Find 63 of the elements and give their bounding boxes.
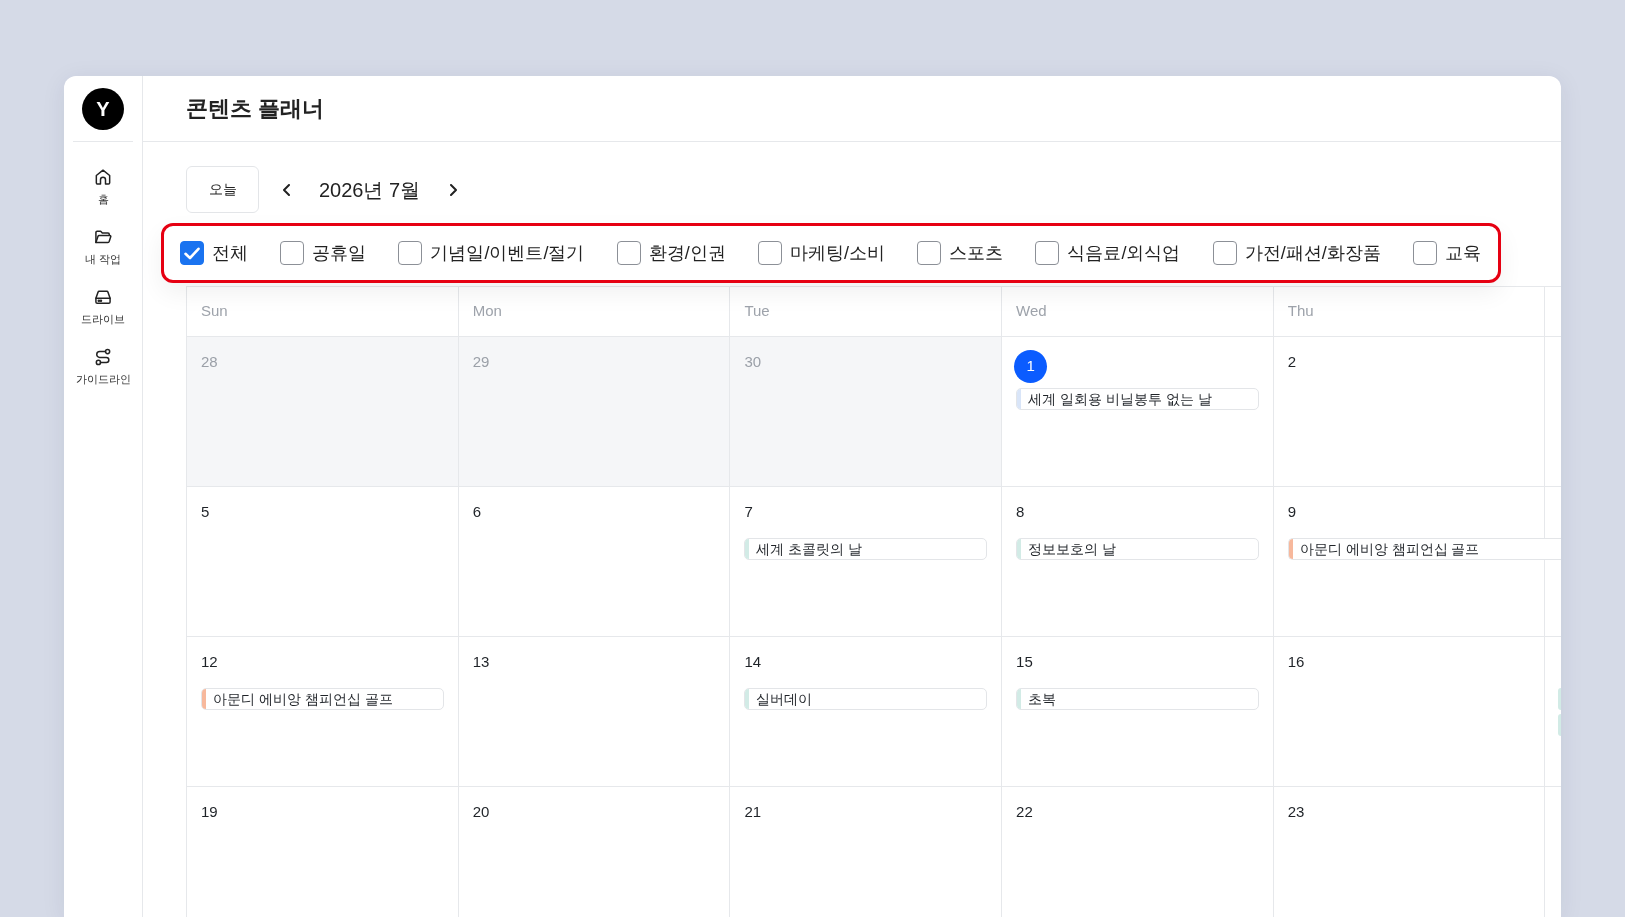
event-chip[interactable]: 아문디 에비앙 챔피언십 골프 (1287, 538, 1561, 560)
date-number: 30 (744, 352, 762, 372)
event-chip[interactable]: 초복 (1016, 688, 1259, 710)
weekday-label: Tue (744, 301, 770, 322)
filter-label: 환경/인권 (648, 241, 726, 265)
page-title: 콘텐츠 플래너 (186, 95, 325, 123)
weekday-label: Sun (201, 301, 228, 322)
avatar[interactable]: Y (82, 87, 124, 130)
date-number: 5 (201, 502, 210, 522)
event-chip[interactable]: 세계 일회용 비닐봉투 없는 날 (1016, 388, 1259, 410)
date-number: 29 (472, 352, 490, 372)
filter-label: 마케팅/소비 (789, 241, 885, 265)
date-number: 21 (744, 802, 762, 822)
chevron-right-icon (449, 183, 457, 196)
checkbox[interactable] (280, 241, 305, 265)
date-number: 19 (201, 802, 218, 822)
date-number: 13 (472, 652, 490, 672)
weekday-label: Thu (1287, 301, 1314, 322)
event-chip[interactable]: 실버데이 (744, 688, 988, 710)
date-number: 22 (1016, 802, 1033, 822)
chevron-left-icon (282, 183, 290, 196)
checkbox[interactable] (917, 241, 942, 265)
filter-label: 식음료/외식업 (1067, 241, 1181, 265)
checkmark-icon (184, 246, 200, 260)
filter-label: 기념일/이벤트/절기 (430, 241, 585, 265)
date-number: 14 (744, 652, 762, 672)
filter-label: 전체 (212, 241, 248, 265)
date-number: 28 (201, 352, 218, 372)
checkbox[interactable] (616, 241, 641, 265)
nav-item[interactable]: 내 작업 (84, 227, 122, 266)
nav-item[interactable]: 드라이브 (81, 287, 125, 326)
month-title: 2026년 7월 (319, 177, 421, 203)
today-button[interactable]: 오늘 (186, 166, 259, 213)
checkbox[interactable] (1035, 241, 1060, 265)
route-icon (93, 347, 113, 367)
date-number: 20 (472, 802, 490, 822)
checkbox[interactable] (398, 241, 423, 265)
event-chip[interactable]: 세계 초콜릿의 날 (744, 538, 988, 560)
weekday-label: Wed (1016, 301, 1047, 322)
filter-label: 교육 (1444, 241, 1481, 265)
date-number: 15 (1016, 652, 1033, 672)
weekday-label: Mon (472, 301, 502, 322)
checkbox[interactable] (757, 241, 782, 265)
checkbox[interactable] (1412, 241, 1437, 265)
event-chip[interactable]: 정보보호의 날 (1016, 538, 1259, 560)
filter-label: 공휴일 (312, 241, 367, 265)
date-number: 23 (1287, 802, 1305, 822)
nav-item[interactable]: 홈 (93, 167, 113, 206)
date-number: 16 (1287, 652, 1305, 672)
filter-label: 가전/패션/화장품 (1244, 241, 1381, 265)
date-number: 9 (1287, 502, 1297, 522)
date-number: 7 (744, 502, 753, 522)
checkbox[interactable] (1212, 241, 1237, 265)
nav-item[interactable]: 가이드라인 (75, 347, 131, 386)
checkbox[interactable] (180, 241, 204, 265)
date-number: 6 (472, 502, 482, 522)
event-chip[interactable]: 아문디 에비앙 챔피언십 골프 (201, 688, 444, 710)
filter-label: 스포츠 (949, 241, 1004, 265)
date-number: 2 (1287, 352, 1297, 372)
today-date[interactable]: 1 (1014, 350, 1048, 383)
date-number: 8 (1016, 502, 1025, 522)
home-icon (93, 167, 113, 187)
date-number: 12 (201, 652, 218, 672)
